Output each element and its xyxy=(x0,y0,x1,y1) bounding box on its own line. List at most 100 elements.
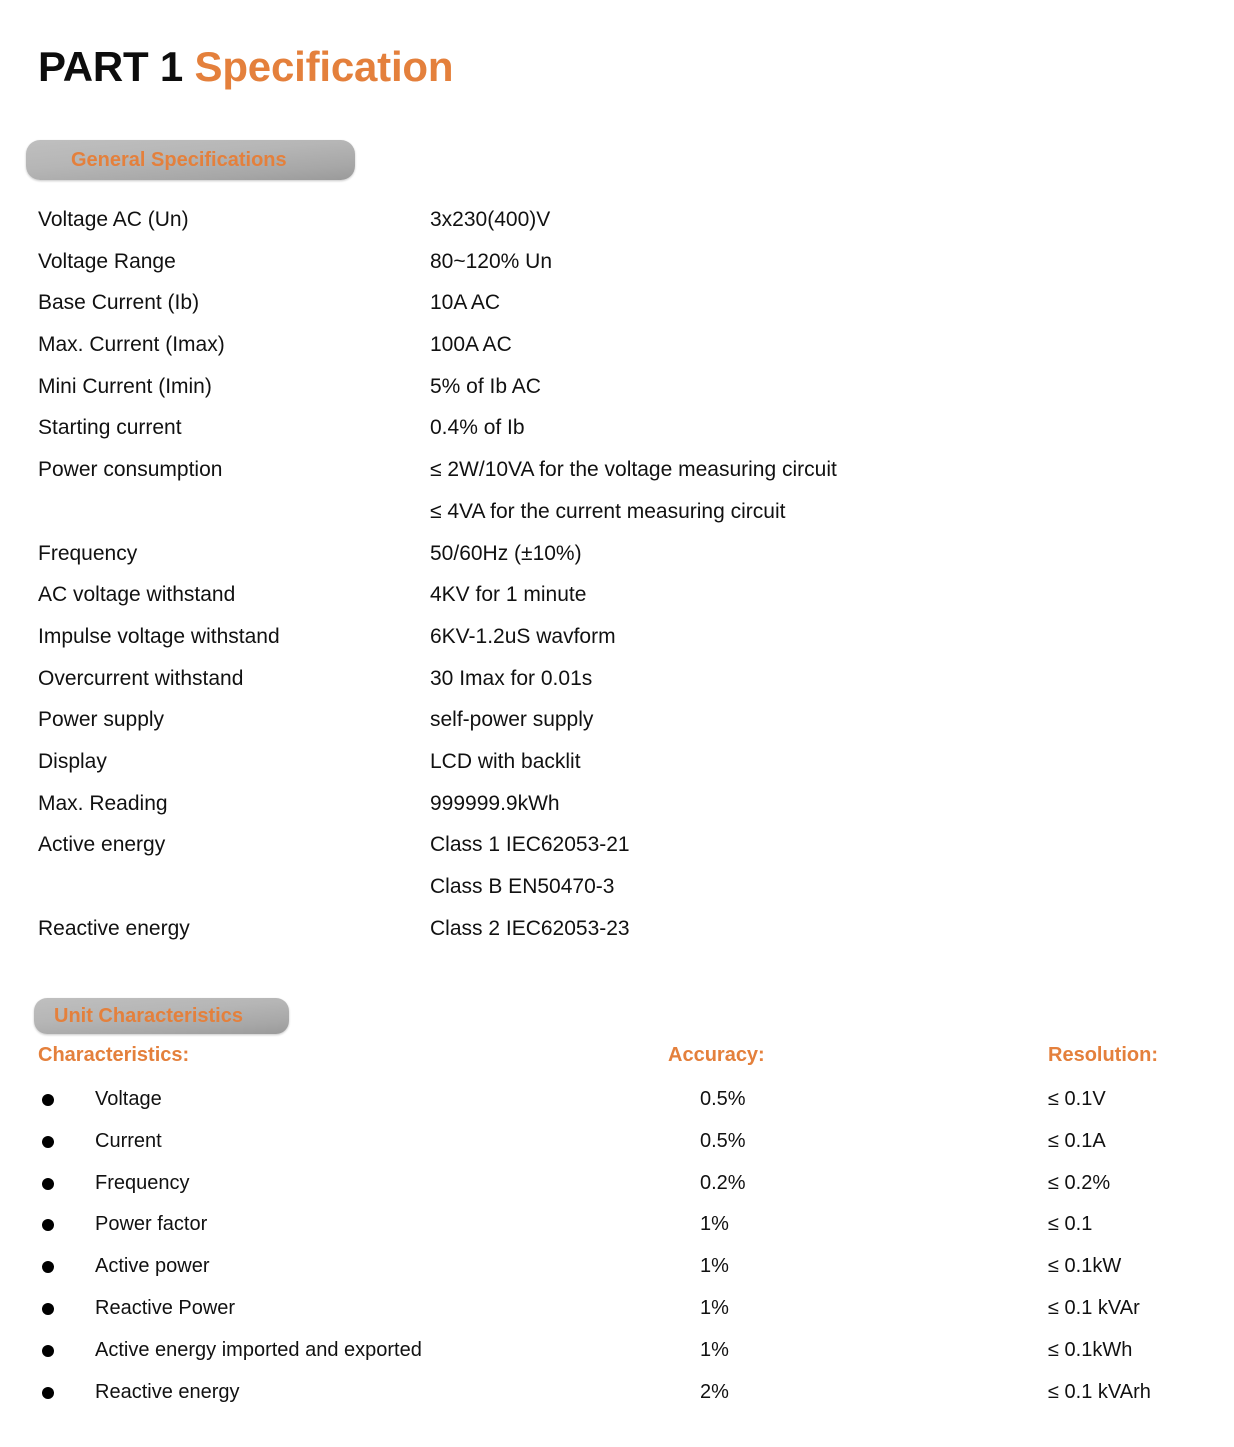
spec-key: Max. Current (Imax) xyxy=(38,333,225,357)
spec-row: Reactive energy Class 2 IEC62053-23 xyxy=(0,914,1234,956)
spec-row: Voltage AC (Un) 3x230(400)V xyxy=(0,205,1234,247)
spec-row: Active energy Class 1 IEC62053-21 xyxy=(0,830,1234,872)
bullet-icon xyxy=(42,1344,54,1357)
characteristic-resolution: ≤ 0.2% xyxy=(1048,1171,1111,1194)
characteristic-resolution: ≤ 0.1V xyxy=(1048,1088,1106,1110)
spec-row: Power consumption ≤ 2W/10VA for the volta… xyxy=(0,455,1234,497)
bullet-icon xyxy=(42,1094,54,1106)
characteristic-accuracy: 1% xyxy=(700,1338,729,1361)
characteristic-accuracy: 0.5% xyxy=(700,1088,746,1110)
spec-row: ≤ 4VA for the current measuring circuit xyxy=(0,497,1234,539)
spec-key: Display xyxy=(38,749,107,773)
unit-characteristics-list: Voltage 0.5% ≤ 0.1V Current 0.5% ≤ 0.1A Freque… xyxy=(0,1085,1234,1419)
page-title-accent: Specification xyxy=(194,43,454,91)
characteristic-row: Power factor 1% ≤ 0.1 xyxy=(0,1210,1234,1252)
characteristic-resolution: ≤ 0.1 kVArh xyxy=(1048,1380,1151,1403)
spec-row: Power supply self-power supply xyxy=(0,705,1234,747)
characteristic-row: Current 0.5% ≤ 0.1A xyxy=(0,1127,1234,1169)
spec-value: 5% of Ib AC xyxy=(430,374,541,398)
spec-row: Class B EN50470-3 xyxy=(0,872,1234,914)
characteristic-label: Frequency xyxy=(95,1171,190,1194)
spec-key: Frequency xyxy=(38,541,138,565)
spec-row: Base Current (Ib) 10A AC xyxy=(0,288,1234,330)
bullet-icon xyxy=(42,1261,54,1274)
section-banner-unit-characteristics: Unit Characteristics xyxy=(34,998,289,1034)
characteristic-row: Active energy imported and exported 1% ≤ 0… xyxy=(0,1336,1234,1378)
spec-value: 999999.9kWh xyxy=(430,791,560,815)
spec-row: Voltage Range 80~120% Un xyxy=(0,247,1234,289)
bullet-icon xyxy=(42,1177,54,1190)
spec-row: Frequency 50/60Hz (±10%) xyxy=(0,539,1234,581)
characteristic-accuracy: 1% xyxy=(700,1213,729,1236)
spec-value: LCD with backlit xyxy=(430,749,581,773)
section-banner-label: Unit Characteristics xyxy=(54,1004,243,1027)
page-title: PART 1 Specification xyxy=(38,43,454,91)
characteristic-label: Power factor xyxy=(95,1213,208,1236)
spec-value: 100A AC xyxy=(430,333,512,357)
characteristic-resolution: ≤ 0.1 kVAr xyxy=(1048,1296,1140,1319)
bullet-icon xyxy=(42,1135,54,1148)
characteristic-resolution: ≤ 0.1kW xyxy=(1048,1255,1122,1278)
characteristic-accuracy: 0.5% xyxy=(700,1129,746,1152)
spec-value: ≤ 4VA for the current measuring circuit xyxy=(430,499,786,523)
characteristic-row: Frequency 0.2% ≤ 0.2% xyxy=(0,1169,1234,1211)
spec-value: Class 1 IEC62053-21 xyxy=(430,833,630,857)
spec-key: Starting current xyxy=(38,416,182,440)
bullet-icon xyxy=(42,1219,54,1232)
column-header-resolution: Resolution: xyxy=(1048,1044,1158,1066)
bullet-icon xyxy=(42,1386,54,1399)
spec-key: Power supply xyxy=(38,708,165,732)
spec-row: Overcurrent withstand 30 Imax for 0.01s xyxy=(0,664,1234,706)
column-header-accuracy: Accuracy: xyxy=(668,1044,765,1066)
spec-value: 50/60Hz (±10%) xyxy=(430,541,582,565)
spec-key: Active energy xyxy=(38,833,166,857)
characteristic-accuracy: 1% xyxy=(700,1255,729,1278)
section-banner-general-specifications: General Specifications xyxy=(26,140,355,180)
spec-value: 3x230(400)V xyxy=(430,208,551,231)
spec-key: Voltage AC (Un) xyxy=(38,208,189,231)
spec-row: AC voltage withstand 4KV for 1 minute xyxy=(0,580,1234,622)
spec-value: 30 Imax for 0.01s xyxy=(430,666,593,690)
spec-key: Voltage Range xyxy=(38,249,176,273)
spec-row: Max. Current (Imax) 100A AC xyxy=(0,330,1234,372)
characteristic-label: Current xyxy=(95,1129,162,1152)
characteristic-row: Voltage 0.5% ≤ 0.1V xyxy=(0,1085,1234,1127)
spec-key: Impulse voltage withstand xyxy=(38,624,280,648)
page-title-part: PART 1 xyxy=(38,43,184,91)
characteristic-accuracy: 0.2% xyxy=(700,1171,746,1194)
characteristic-resolution: ≤ 0.1A xyxy=(1048,1129,1106,1152)
characteristic-label: Voltage xyxy=(95,1088,162,1110)
column-header-characteristics: Characteristics: xyxy=(38,1044,190,1066)
spec-value: ≤ 2W/10VA for the voltage measuring circ… xyxy=(430,458,837,482)
spec-row: Display LCD with backlit xyxy=(0,747,1234,789)
general-specifications-list: Voltage AC (Un) 3x230(400)V Voltage Range 8… xyxy=(0,205,1234,955)
spec-key: Overcurrent withstand xyxy=(38,666,244,690)
spec-key: Reactive energy xyxy=(38,916,190,940)
bullet-icon xyxy=(42,1302,54,1315)
spec-row: Impulse voltage withstand 6KV-1.2uS wavfo… xyxy=(0,622,1234,664)
characteristic-label: Active energy imported and exported xyxy=(95,1338,422,1361)
spec-value: self-power supply xyxy=(430,708,594,732)
spec-key: Power consumption xyxy=(38,458,223,482)
spec-key: Max. Reading xyxy=(38,791,168,815)
characteristic-accuracy: 2% xyxy=(700,1380,729,1403)
spec-value: 10A AC xyxy=(430,291,501,315)
spec-value: Class B EN50470-3 xyxy=(430,875,615,898)
spec-value: Class 2 IEC62053-23 xyxy=(430,916,630,940)
characteristic-row: Active power 1% ≤ 0.1kW xyxy=(0,1252,1234,1294)
spec-key: AC voltage withstand xyxy=(38,583,236,607)
characteristic-row: Reactive energy 2% ≤ 0.1 kVArh xyxy=(0,1378,1234,1420)
spec-value: 6KV-1.2uS wavform xyxy=(430,624,616,648)
spec-key: Base Current (Ib) xyxy=(38,291,200,315)
characteristic-row: Reactive Power 1% ≤ 0.1 kVAr xyxy=(0,1294,1234,1336)
spec-row: Max. Reading 999999.9kWh xyxy=(0,789,1234,831)
characteristic-label: Reactive energy xyxy=(95,1380,240,1403)
spec-value: 0.4% of Ib xyxy=(430,416,525,440)
characteristic-resolution: ≤ 0.1kWh xyxy=(1048,1338,1133,1361)
spec-value: 80~120% Un xyxy=(430,249,553,273)
spec-row: Mini Current (Imin) 5% of Ib AC xyxy=(0,372,1234,414)
section-banner-label: General Specifications xyxy=(71,148,287,171)
characteristic-accuracy: 1% xyxy=(700,1296,729,1319)
characteristic-resolution: ≤ 0.1 xyxy=(1048,1213,1093,1236)
spec-row: Starting current 0.4% of Ib xyxy=(0,413,1234,455)
